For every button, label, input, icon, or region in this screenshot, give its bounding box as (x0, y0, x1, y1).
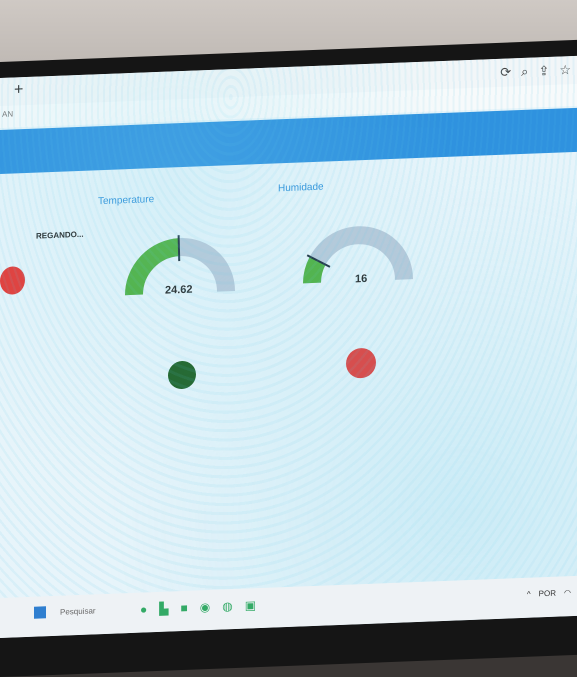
chat-icon[interactable]: ◉ (200, 600, 210, 614)
temperature-value: 24.62 (165, 283, 193, 297)
humidity-title: Humidade (278, 181, 324, 195)
zoom-icon[interactable]: ⌕ (521, 64, 528, 80)
widget-icon[interactable]: ● (140, 602, 147, 616)
humidity-value: 16 (355, 272, 368, 286)
star-icon[interactable]: ☆ (559, 62, 571, 78)
chevron-up-icon[interactable]: ^ (527, 590, 531, 599)
language-indicator[interactable]: POR (539, 589, 556, 599)
screen: + ⟳ ⌕ ⇪ ☆ AN Temperature Humidade REGAND… (0, 55, 577, 638)
gauge-fill (303, 256, 326, 284)
taskbar-apps: ● ▙ ■ ◉ ◍ ▣ (140, 598, 256, 616)
humidity-led (346, 347, 376, 379)
refresh-icon[interactable]: ⟳ (500, 64, 511, 80)
left-led (0, 266, 25, 295)
new-tab-button[interactable]: + (14, 81, 23, 99)
chart-icon[interactable]: ▙ (159, 602, 168, 616)
status-text: REGANDO... (36, 229, 84, 241)
share-icon[interactable]: ⇪ (538, 63, 549, 79)
folder-icon[interactable]: ■ (180, 601, 187, 615)
terminal-icon[interactable]: ▣ (245, 598, 256, 612)
windows-start-icon[interactable] (34, 606, 46, 619)
browser-icon[interactable]: ◍ (222, 599, 232, 613)
wifi-icon[interactable]: ◠ (564, 588, 571, 597)
address-text: AN (2, 109, 14, 119)
taskbar-search[interactable]: Pesquisar (60, 606, 96, 616)
system-tray: ^ POR ◠ (527, 588, 571, 599)
temperature-title: Temperature (98, 194, 155, 208)
browser-tools: ⟳ ⌕ ⇪ ☆ (500, 62, 571, 81)
gauge-needle (177, 235, 181, 262)
temp-led (168, 360, 196, 390)
